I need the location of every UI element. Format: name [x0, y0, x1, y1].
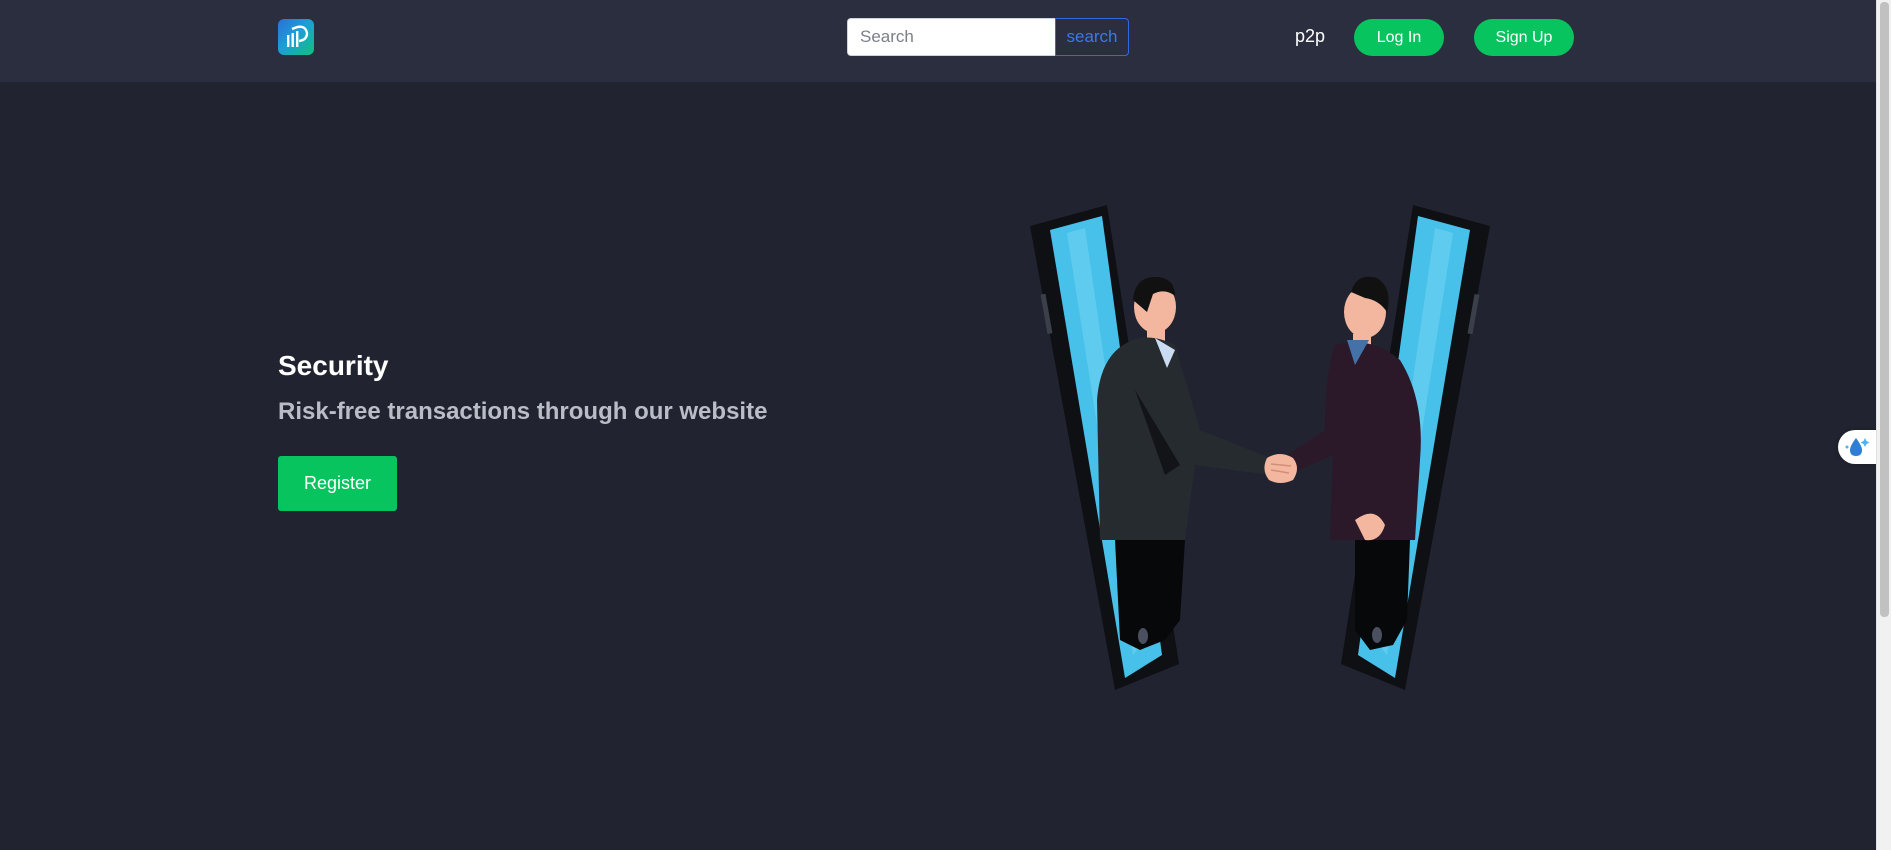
logo-icon: [287, 25, 309, 47]
handshake-illustration: [1025, 200, 1495, 695]
vertical-scrollbar[interactable]: [1876, 0, 1891, 850]
site-logo[interactable]: [278, 19, 314, 55]
handshake-hands: [1264, 454, 1297, 483]
hero-title: Security: [278, 350, 389, 381]
scrollbar-thumb[interactable]: [1880, 2, 1889, 617]
top-navbar: search p2p Log In Sign Up: [0, 0, 1876, 82]
signup-button[interactable]: Sign Up: [1474, 19, 1574, 56]
nav-link-p2p[interactable]: p2p: [1295, 26, 1325, 47]
water-drop-sparkle-icon: [1845, 438, 1870, 456]
floating-widget-button[interactable]: [1838, 430, 1876, 464]
search-bar: search: [847, 18, 1129, 56]
search-input[interactable]: [847, 18, 1055, 56]
hero-subtitle: Risk-free transactions through our websi…: [278, 398, 768, 425]
register-button[interactable]: Register: [278, 456, 397, 511]
search-button[interactable]: search: [1055, 18, 1129, 56]
login-button[interactable]: Log In: [1354, 19, 1444, 56]
